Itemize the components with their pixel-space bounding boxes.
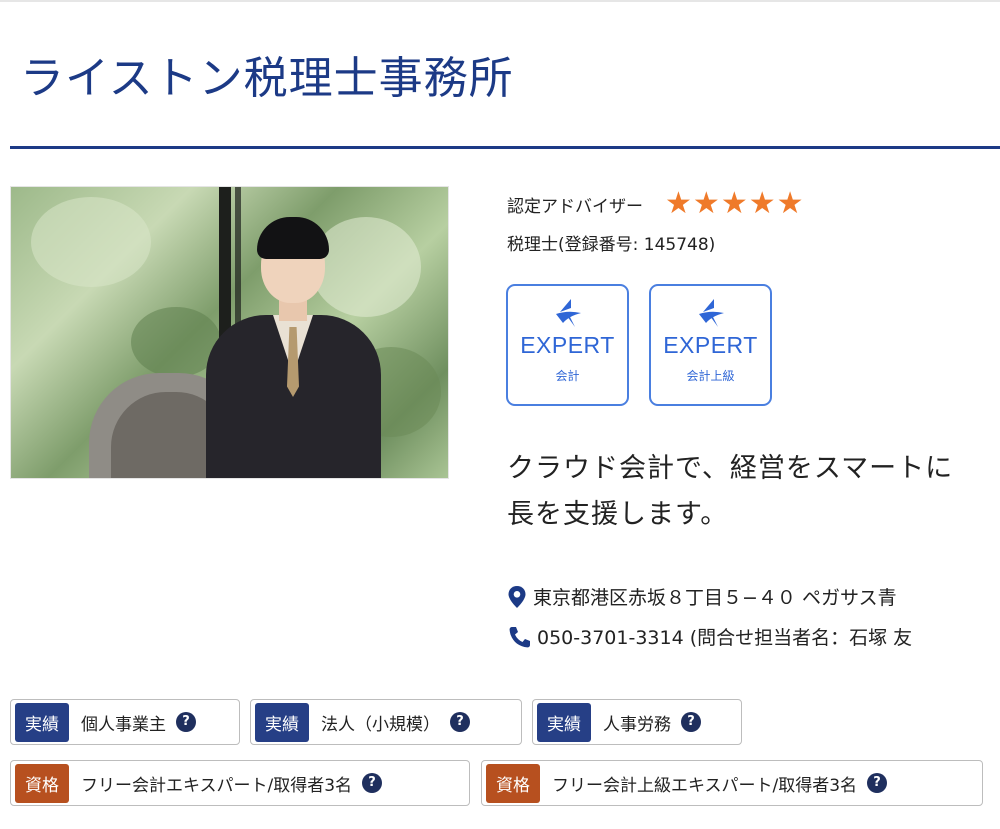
badge-subtitle: 会計上級: [686, 369, 735, 383]
tag-text: フリー会計エキスパート/取得者3名: [81, 775, 353, 796]
tag-text: 法人（小規模）: [321, 714, 440, 735]
tag-qualification-expert[interactable]: 資格 フリー会計エキスパート/取得者3名 ?: [10, 760, 470, 806]
star-icon: ★: [776, 186, 804, 221]
office-tagline: クラウド会計で、経営をスマートに 長を支援します。: [507, 446, 953, 538]
adviser-photo: [10, 186, 449, 479]
expert-badge-advanced-accounting[interactable]: EXPERT 会計上級: [649, 284, 772, 406]
expert-badge-accounting[interactable]: EXPERT 会計: [506, 284, 629, 406]
office-phone[interactable]: 050-3701-3314 (問合せ担当者名：石塚 友: [537, 623, 912, 650]
tag-achievement-small-corporation[interactable]: 実績 法人（小規模） ?: [250, 699, 522, 745]
badge-subtitle: 会計: [555, 369, 580, 383]
adviser-rating-row: 認定アドバイザー ★ ★ ★ ★ ★: [507, 186, 804, 221]
registration-number: 税理士(登録番号: 145748): [507, 235, 716, 255]
tag-text: 人事労務: [603, 714, 671, 735]
tag-kind: 実績: [255, 702, 309, 742]
badge-title: EXPERT: [663, 332, 758, 358]
rating-stars: ★ ★ ★ ★ ★: [665, 186, 804, 221]
office-name: ライストン税理士事務所: [20, 53, 514, 104]
tagline-line-1: クラウド会計で、経営をスマートに: [507, 453, 954, 484]
office-address: 東京都港区赤坂８丁目５−４０ ペガサス青: [533, 587, 897, 609]
star-icon: ★: [665, 186, 692, 221]
tag-qualification-advanced-expert[interactable]: 資格 フリー会計上級エキスパート/取得者3名 ?: [481, 760, 983, 806]
help-icon[interactable]: ?: [176, 712, 196, 732]
title-underline: [10, 146, 1000, 149]
badge-title: EXPERT: [520, 332, 615, 358]
tag-kind: 実績: [15, 702, 69, 742]
help-icon[interactable]: ?: [867, 773, 888, 793]
help-icon[interactable]: ?: [362, 773, 383, 793]
tag-kind: 資格: [15, 763, 69, 803]
tag-kind: 資格: [486, 763, 540, 803]
adviser-label: 認定アドバイザー: [507, 196, 643, 217]
freee-bird-icon: [698, 299, 724, 327]
phone-icon: [509, 626, 530, 647]
map-pin-icon: [508, 585, 526, 608]
tag-text: フリー会計上級エキスパート/取得者3名: [552, 775, 858, 796]
help-icon[interactable]: ?: [681, 712, 701, 732]
freee-bird-icon: [555, 299, 581, 327]
help-icon[interactable]: ?: [450, 712, 470, 732]
top-divider: [0, 0, 1000, 2]
star-icon: ★: [692, 186, 720, 221]
address-row: 東京都港区赤坂８丁目５−４０ ペガサス青: [507, 583, 897, 610]
star-icon: ★: [720, 186, 748, 221]
tag-achievement-sole-proprietor[interactable]: 実績 個人事業主 ?: [10, 699, 240, 745]
phone-row: 050-3701-3314 (問合せ担当者名：石塚 友: [507, 623, 912, 650]
tag-kind: 実績: [537, 702, 591, 742]
tag-achievement-labor[interactable]: 実績 人事労務 ?: [532, 699, 742, 745]
tag-text: 個人事業主: [81, 714, 166, 735]
tagline-line-2: 長を支援します。: [507, 499, 729, 530]
star-icon: ★: [748, 186, 776, 221]
